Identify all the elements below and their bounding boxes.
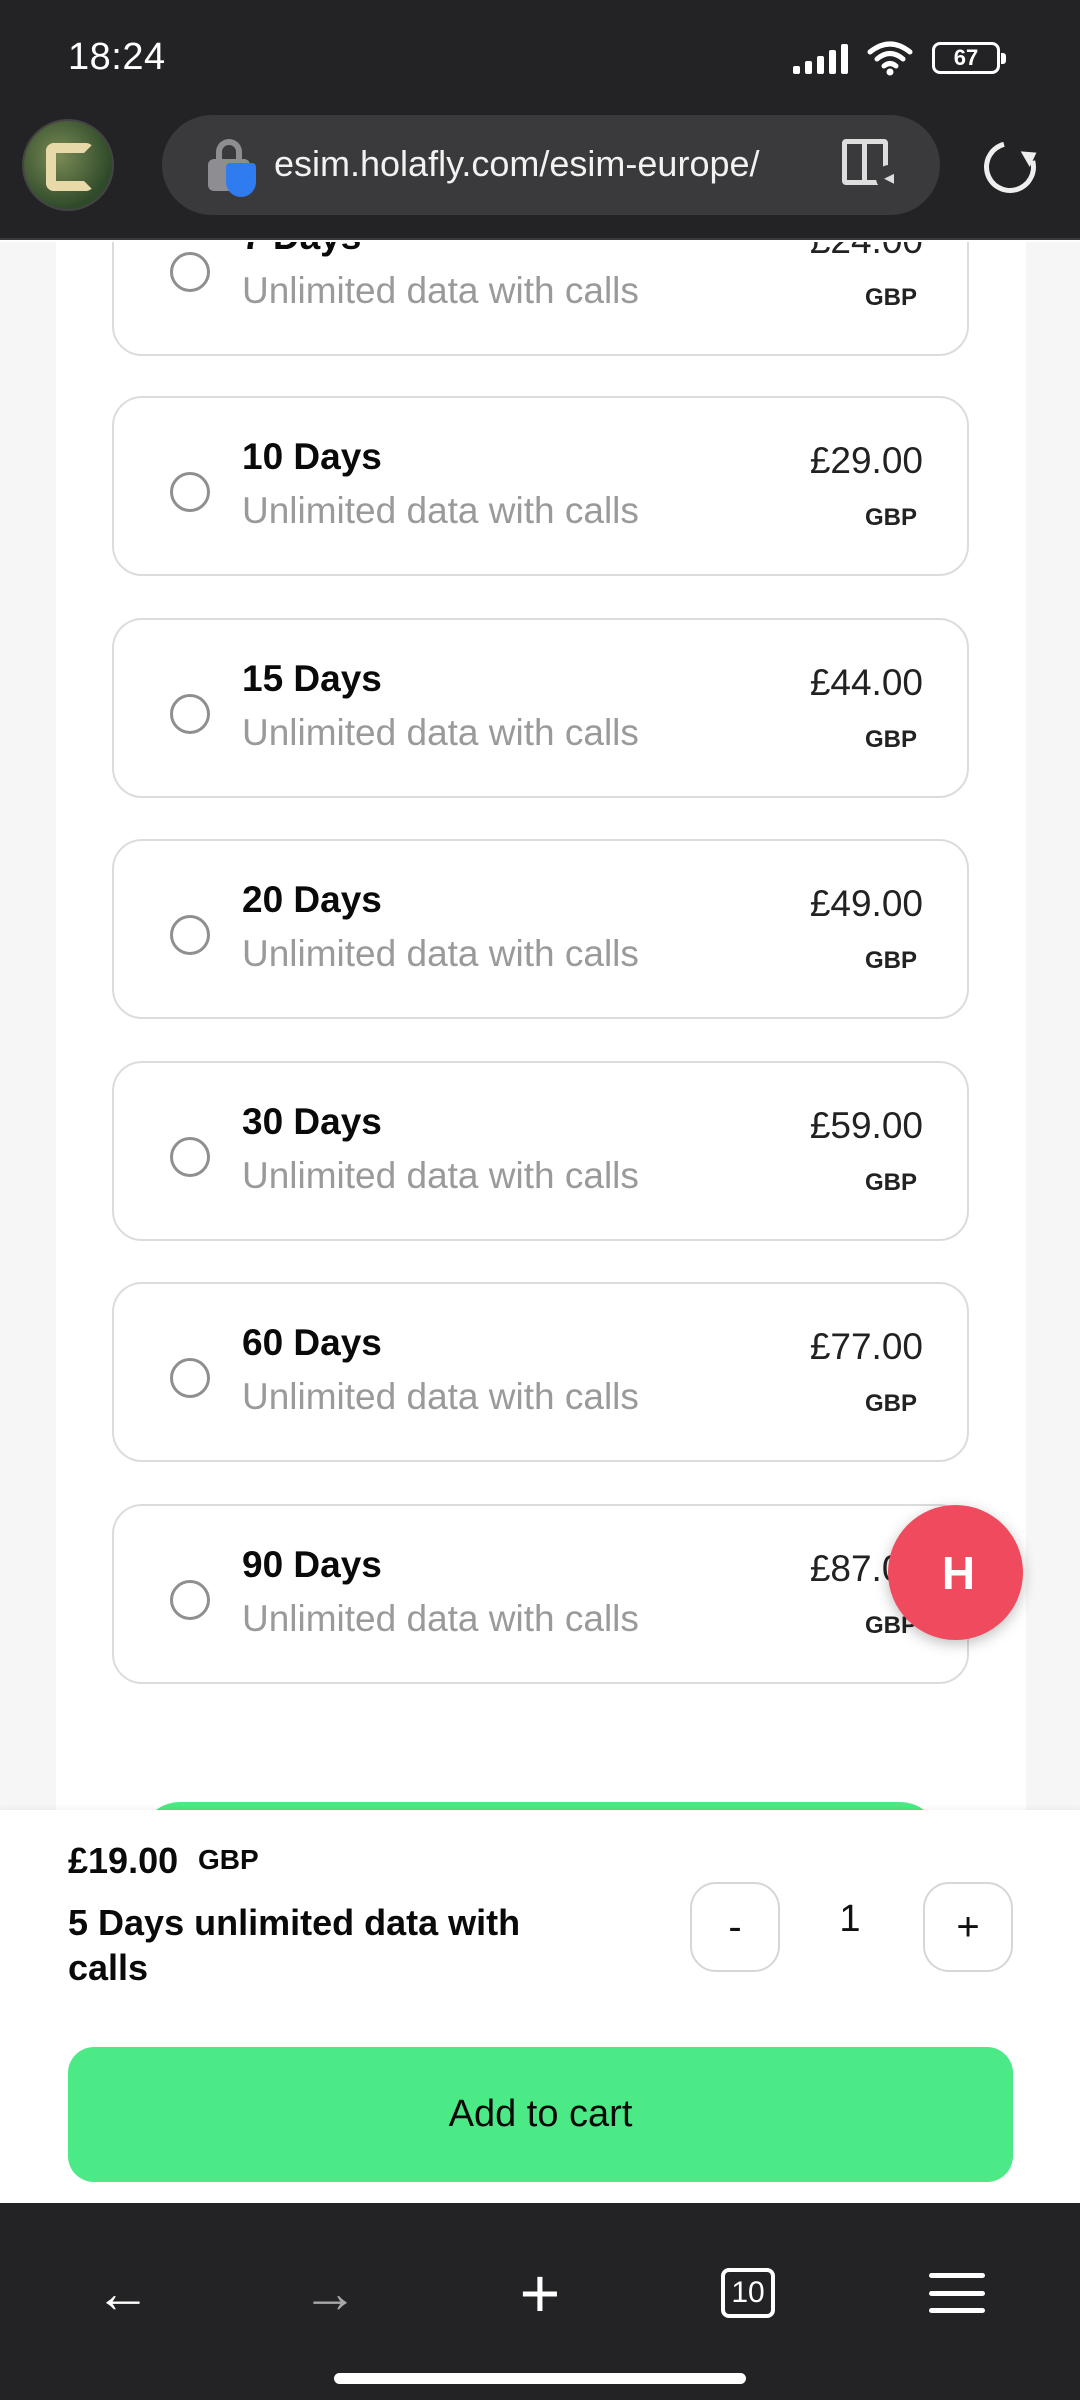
plan-price: £77.00	[809, 1326, 923, 1367]
battery-icon: 67	[932, 42, 1006, 74]
plan-description: Unlimited data with calls	[242, 270, 639, 311]
tabs-count: 10	[721, 2268, 775, 2318]
signal-icon	[793, 42, 848, 74]
back-arrow-icon[interactable]: ←	[78, 2253, 168, 2333]
plan-currency: GBP	[864, 1169, 917, 1196]
new-tab-plus-icon[interactable]: +	[495, 2253, 585, 2333]
menu-hamburger-icon[interactable]	[912, 2253, 1002, 2333]
status-bar: 18:24 67	[0, 0, 1080, 115]
lock-shield-icon[interactable]	[206, 139, 256, 197]
radio-button[interactable]	[170, 252, 210, 292]
page-content: 7 Days Unlimited data with calls £24.00 …	[0, 242, 1080, 1810]
plan-option-30-days[interactable]: 30 Days Unlimited data with calls £59.00…	[112, 1061, 969, 1241]
plan-days: 90 Days	[242, 1544, 382, 1585]
battery-level: 67	[953, 45, 979, 70]
plan-option-90-days[interactable]: 90 Days Unlimited data with calls £87.00…	[112, 1504, 969, 1684]
url-text[interactable]: esim.holafly.com/esim-europe/	[274, 143, 760, 185]
plan-option-15-days[interactable]: 15 Days Unlimited data with calls £44.00…	[112, 618, 969, 798]
plan-days: 7 Days	[242, 242, 361, 258]
cart-footer: £19.00 GBP 5 Days unlimited data with ca…	[0, 1810, 1080, 2203]
plan-description: Unlimited data with calls	[242, 1155, 639, 1196]
quantity-value: 1	[839, 1898, 861, 1940]
plan-currency: GBP	[864, 504, 917, 531]
status-time: 18:24	[68, 36, 166, 78]
radio-button[interactable]	[170, 1137, 210, 1177]
reader-mode-icon[interactable]: ◂	[842, 137, 902, 193]
buy-button-peek	[140, 1802, 940, 1810]
quantity-decrease-button[interactable]: -	[690, 1882, 780, 1972]
plan-description: Unlimited data with calls	[242, 933, 639, 974]
plan-description: Unlimited data with calls	[242, 1376, 639, 1417]
radio-button[interactable]	[170, 915, 210, 955]
plan-currency: GBP	[864, 1390, 917, 1417]
radio-button[interactable]	[170, 472, 210, 512]
forward-arrow-icon[interactable]: →	[285, 2253, 375, 2333]
plan-option-7-days[interactable]: 7 Days Unlimited data with calls £24.00 …	[112, 242, 969, 356]
plan-price: £49.00	[809, 883, 923, 924]
quantity-increase-button[interactable]: +	[923, 1882, 1013, 1972]
chat-fab-button[interactable]: H	[888, 1505, 1023, 1640]
status-icons: 67	[793, 38, 1006, 78]
plan-price: £24.00	[810, 242, 923, 262]
cart-price: £19.00	[68, 1840, 179, 1881]
plan-price: £59.00	[809, 1105, 923, 1146]
plan-price: £44.00	[809, 662, 923, 703]
plan-description: Unlimited data with calls	[242, 712, 639, 753]
plan-days: 10 Days	[242, 436, 382, 477]
add-to-cart-button[interactable]: Add to cart	[68, 2047, 1013, 2182]
wifi-icon	[866, 40, 914, 76]
cart-plan-description: 5 Days unlimited data with calls	[68, 1902, 521, 1988]
plan-currency: GBP	[864, 947, 917, 974]
tabs-count-button[interactable]: 10	[703, 2253, 793, 2333]
profile-avatar[interactable]	[22, 119, 114, 211]
home-indicator[interactable]	[334, 2373, 746, 2384]
plan-currency: GBP	[864, 284, 917, 311]
plan-days: 15 Days	[242, 658, 382, 699]
plan-days: 30 Days	[242, 1101, 382, 1142]
plan-description: Unlimited data with calls	[242, 1598, 639, 1639]
address-bar[interactable]: esim.holafly.com/esim-europe/ ◂	[162, 115, 940, 215]
cart-currency: GBP	[198, 1844, 259, 1875]
plan-currency: GBP	[864, 726, 917, 753]
reload-icon[interactable]	[974, 131, 1046, 203]
radio-button[interactable]	[170, 1580, 210, 1620]
radio-button[interactable]	[170, 1358, 210, 1398]
plan-price: £29.00	[809, 440, 923, 481]
chat-fab-label: H	[941, 1546, 975, 1599]
browser-url-bar: esim.holafly.com/esim-europe/ ◂	[0, 115, 1080, 240]
plan-days: 20 Days	[242, 879, 382, 920]
plan-option-60-days[interactable]: 60 Days Unlimited data with calls £77.00…	[112, 1282, 969, 1462]
plan-option-20-days[interactable]: 20 Days Unlimited data with calls £49.00…	[112, 839, 969, 1019]
plan-option-10-days[interactable]: 10 Days Unlimited data with calls £29.00…	[112, 396, 969, 576]
browser-toolbar: ← → + 10	[0, 2203, 1080, 2400]
plan-description: Unlimited data with calls	[242, 490, 639, 531]
radio-button[interactable]	[170, 694, 210, 734]
plan-days: 60 Days	[242, 1322, 382, 1363]
